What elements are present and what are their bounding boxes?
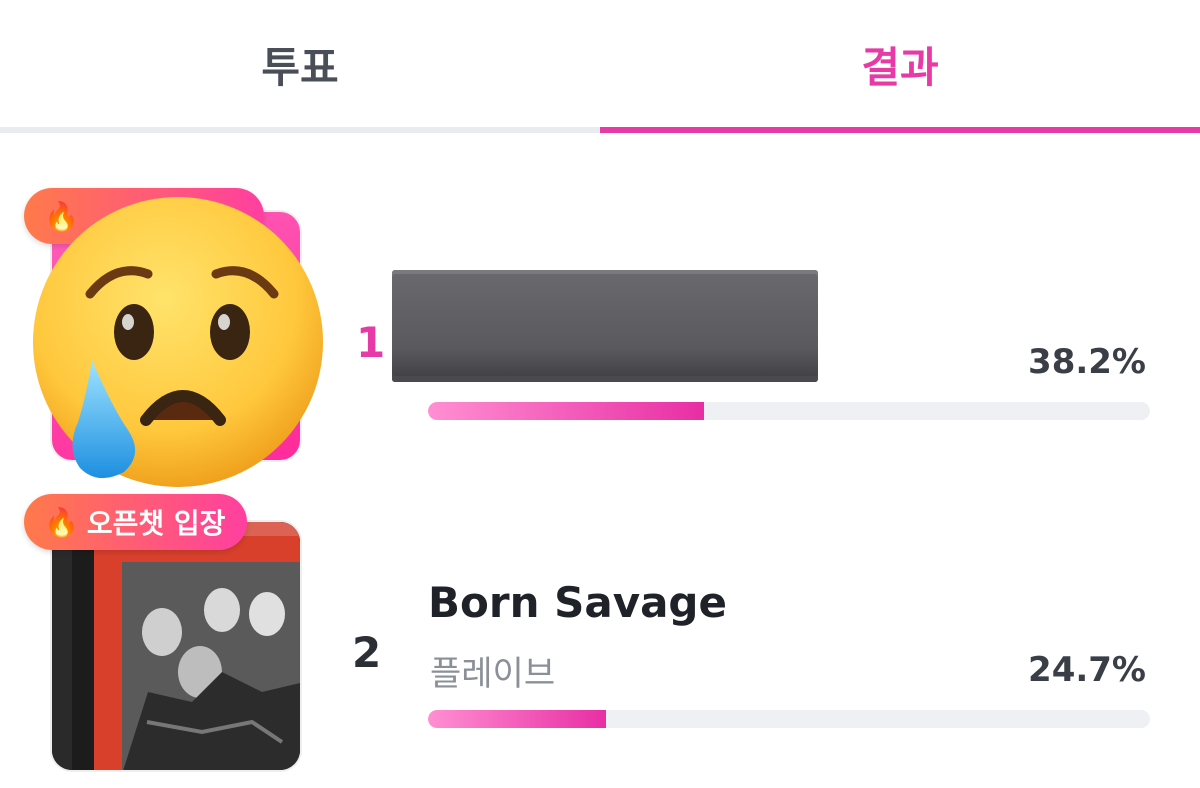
tab-underline-active	[600, 127, 1200, 133]
tab-vote[interactable]: 투표	[0, 0, 600, 128]
result-item[interactable]: 🔥 오픈챗 입장 2 Born Savage 플레이브 24.7%	[0, 490, 1200, 788]
song-title: Born Savage	[428, 578, 727, 627]
tab-result[interactable]: 결과	[600, 0, 1200, 128]
album-art-image	[52, 522, 300, 770]
progress-fill	[428, 710, 607, 728]
album-cover-thumbnail[interactable]	[50, 520, 302, 772]
percent-label: 24.7%	[1028, 650, 1146, 690]
progress-track	[428, 710, 1150, 728]
progress-track	[428, 402, 1150, 420]
open-chat-badge[interactable]: 🔥 오픈챗 입장	[24, 494, 248, 550]
tab-underline-inactive	[0, 127, 600, 133]
rank-number: 1	[356, 318, 386, 367]
progress-fill	[428, 402, 704, 420]
badge-label: 오픈챗 입장	[86, 507, 226, 540]
crying-face-emoji-icon	[33, 197, 323, 487]
redacted-title-block	[392, 270, 818, 382]
percent-label: 38.2%	[1028, 342, 1146, 382]
tab-bar: 투표 결과	[0, 0, 1200, 134]
flame-icon: 🔥	[44, 505, 79, 539]
rank-number: 2	[352, 628, 382, 677]
result-item[interactable]: 🔥 1 38.2%	[0, 180, 1200, 487]
artist-name: 플레이브	[430, 654, 556, 694]
